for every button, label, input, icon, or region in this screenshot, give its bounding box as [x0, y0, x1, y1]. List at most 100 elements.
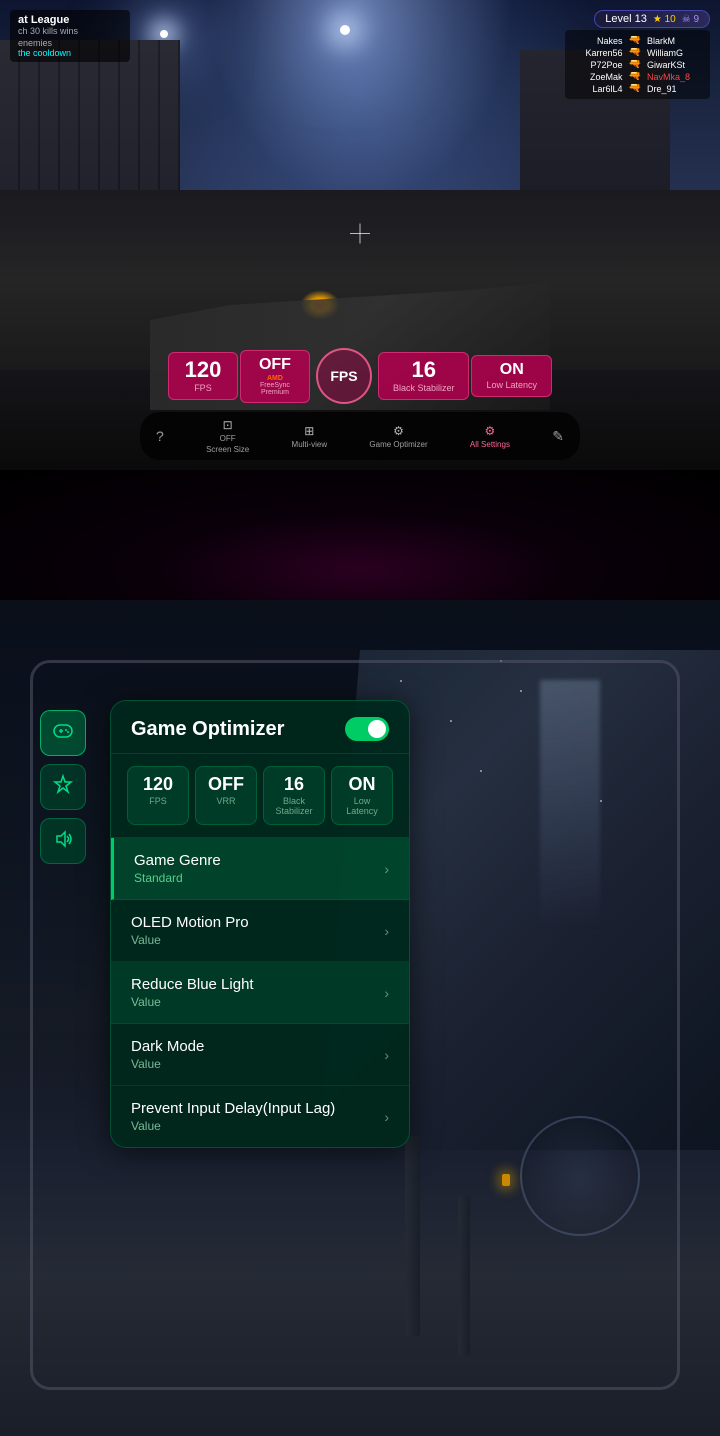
black-stabilizer-value: 16	[393, 359, 455, 381]
player-name-right: BlarkM	[647, 36, 702, 46]
game-genre-title: Game Genre	[134, 852, 221, 869]
weapon-icon: 🔫	[629, 71, 641, 82]
skull-count: ☠ 9	[682, 14, 699, 25]
freesync-text: FreeSync	[260, 382, 290, 389]
snow-particle	[520, 690, 522, 692]
low-latency-value: ON	[486, 362, 537, 378]
all-settings-label: All Settings	[470, 440, 510, 449]
panel-bs-value: 16	[270, 775, 318, 793]
menu-item-oled-motion[interactable]: OLED Motion Pro Value ›	[111, 900, 409, 962]
multi-view-menu[interactable]: ⊞ Multi-view	[292, 424, 328, 449]
game-optimizer-icon: ⚙	[393, 424, 404, 438]
pillar-right	[458, 1196, 470, 1356]
menu-item-prevent-input-delay[interactable]: Prevent Input Delay(Input Lag) Value ›	[111, 1086, 409, 1147]
player-name-right: Dre_91	[647, 84, 702, 94]
panel-header: Game Optimizer	[111, 701, 409, 754]
snow-particle	[450, 720, 452, 722]
multi-view-icon: ⊞	[304, 424, 314, 438]
sidebar-gamepad-button[interactable]	[40, 710, 86, 756]
all-settings-menu[interactable]: ⚙ All Settings	[470, 424, 510, 449]
game-optimizer-label: Game Optimizer	[369, 440, 427, 449]
snow-particle	[480, 770, 482, 772]
player-name: Karren56	[573, 48, 623, 58]
panel-stat-vrr: OFF VRR	[195, 766, 257, 825]
player-name-right: GiwarKSt	[647, 60, 702, 70]
chevron-right-icon: ›	[384, 985, 389, 1001]
player-name: P72Poe	[573, 60, 623, 70]
bottom-game-section: Game Optimizer 120 FPS OFF VRR 16 Black …	[0, 600, 720, 1436]
player-name: Lar6lL4	[573, 84, 623, 94]
lantern	[502, 1174, 510, 1186]
snow-particle	[600, 800, 602, 802]
menu-item-reduce-blue-light[interactable]: Reduce Blue Light Value ›	[111, 962, 409, 1024]
player-row: Lar6lL4 🔫 Dre_91	[573, 83, 702, 94]
top-game-section: at League ch 30 kills wins enemies the c…	[0, 0, 720, 470]
optimizer-panel: Game Optimizer 120 FPS OFF VRR 16 Black …	[110, 700, 410, 1148]
oled-motion-title: OLED Motion Pro	[131, 914, 249, 931]
amd-logo: AMD	[267, 375, 283, 382]
panel-fps-label: FPS	[134, 796, 182, 806]
player-list: Nakes 🔫 BlarkM Karren56 🔫 WilliamG P72Po…	[565, 30, 710, 99]
hud-cooldown: the cooldown	[18, 48, 122, 58]
menu-item-dark-mode[interactable]: Dark Mode Value ›	[111, 1024, 409, 1086]
multi-view-label: Multi-view	[292, 440, 328, 449]
game-optimizer-menu[interactable]: ⚙ Game Optimizer	[369, 424, 427, 449]
panel-vrr-value: OFF	[202, 775, 250, 793]
panel-stat-black-stabilizer: 16 Black Stabilizer	[263, 766, 325, 825]
vrr-label: AMD FreeSync Premium	[255, 375, 295, 396]
reduce-blue-title: Reduce Blue Light	[131, 976, 254, 993]
hud-right-panel: Level 13 ★ 10 ☠ 9 Nakes 🔫 BlarkM Karren5…	[565, 10, 710, 99]
panel-vrr-label: VRR	[202, 796, 250, 806]
fps-value: 120	[183, 359, 223, 381]
star-count: ★ 10	[653, 14, 676, 25]
menu-item-delay-left: Prevent Input Delay(Input Lag) Value	[131, 1100, 335, 1133]
fps-center-button[interactable]: FPS	[316, 348, 372, 404]
screen-size-menu[interactable]: ⊡ OFF Screen Size	[206, 418, 249, 454]
chevron-right-icon: ›	[384, 923, 389, 939]
panel-ll-value: ON	[338, 775, 386, 793]
menu-item-blue-left: Reduce Blue Light Value	[131, 976, 254, 1009]
black-stabilizer-label: Black Stabilizer	[393, 383, 455, 393]
chevron-right-icon: ›	[384, 861, 389, 877]
panel-fps-value: 120	[134, 775, 182, 793]
snow-particle	[400, 680, 402, 682]
panel-stats-row: 120 FPS OFF VRR 16 Black Stabilizer ON L…	[111, 754, 409, 838]
fps-label: FPS	[183, 383, 223, 393]
waterfall	[540, 680, 600, 930]
menu-bar: ? ⊡ OFF Screen Size ⊞ Multi-view ⚙ Game …	[140, 412, 580, 460]
settings-star-icon	[52, 774, 74, 801]
panel-stat-low-latency: ON Low Latency	[331, 766, 393, 825]
help-button[interactable]: ?	[156, 428, 164, 444]
fps-stat: 120 FPS	[168, 352, 238, 400]
player-name-right: NavMka_8	[647, 72, 702, 82]
menu-item-game-genre-left: Game Genre Standard	[134, 852, 221, 885]
low-latency-label: Low Latency	[486, 380, 537, 390]
toggle-switch[interactable]	[345, 717, 389, 741]
menu-item-oled-left: OLED Motion Pro Value	[131, 914, 249, 947]
screen-size-label: OFF	[220, 434, 236, 443]
hud-subtitle: ch 30 kills wins	[18, 26, 122, 36]
panel-bs-label: Black Stabilizer	[270, 796, 318, 816]
low-latency-stat: ON Low Latency	[471, 355, 552, 397]
hud-bottom: 120 FPS OFF AMD FreeSync Premium	[140, 348, 580, 460]
player-row: Nakes 🔫 BlarkM	[573, 35, 702, 46]
fps-center-label: FPS	[330, 368, 357, 384]
edit-button[interactable]: ✎	[552, 428, 564, 445]
snow-particle	[500, 660, 502, 662]
premium-text: Premium	[261, 389, 289, 396]
game-genre-value: Standard	[134, 871, 221, 885]
volume-icon	[53, 829, 73, 854]
player-row: ZoeMak 🔫 NavMka_8	[573, 71, 702, 82]
stats-bar: 120 FPS OFF AMD FreeSync Premium	[140, 348, 580, 404]
sidebar-settings-button[interactable]	[40, 764, 86, 810]
menu-item-dark-left: Dark Mode Value	[131, 1038, 204, 1071]
menu-item-game-genre[interactable]: Game Genre Standard ›	[111, 838, 409, 900]
sidebar-volume-button[interactable]	[40, 818, 86, 864]
weapon-icon: 🔫	[629, 47, 641, 58]
input-delay-value: Value	[131, 1119, 335, 1133]
hud-detail: enemies	[18, 38, 122, 48]
chevron-right-icon: ›	[384, 1109, 389, 1125]
chevron-right-icon: ›	[384, 1047, 389, 1063]
player-name: ZoeMak	[573, 72, 623, 82]
all-settings-icon: ⚙	[485, 424, 496, 438]
